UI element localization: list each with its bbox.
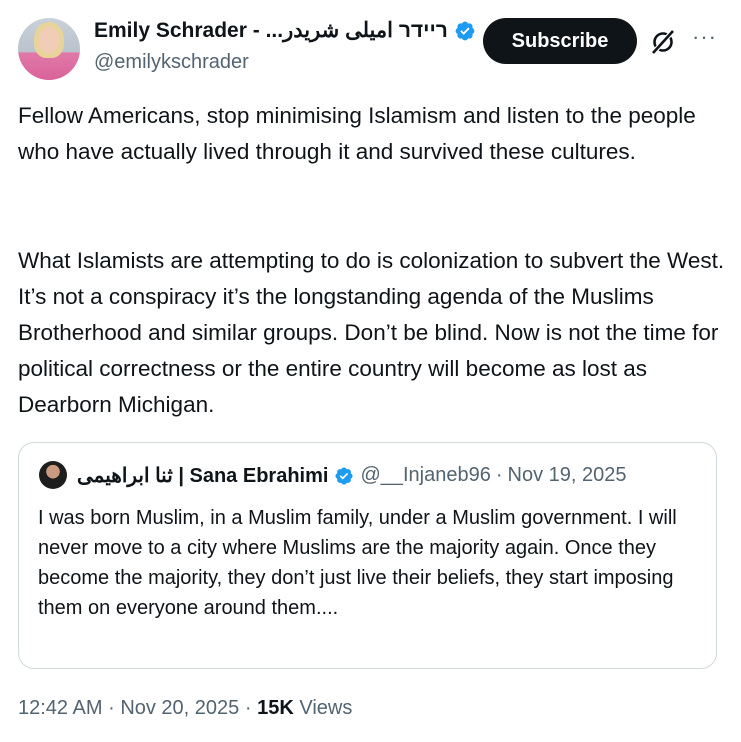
quoted-post-text: I was born Muslim, in a Muslim family, u… bbox=[38, 507, 677, 619]
post-paragraph-2: What Islamists are attempting to do is c… bbox=[18, 248, 725, 417]
author-avatar[interactable] bbox=[18, 18, 80, 80]
quoted-author-avatar bbox=[39, 461, 67, 489]
post-date[interactable]: Nov 20, 2025 bbox=[120, 697, 239, 719]
subscribe-button[interactable]: Subscribe bbox=[483, 18, 637, 64]
quoted-author-handle: @__Injaneb96 bbox=[360, 464, 491, 486]
post-time[interactable]: 12:42 AM bbox=[18, 697, 103, 719]
post-paragraph-1: Fellow Americans, stop minimising Islami… bbox=[18, 103, 696, 164]
avatar-face bbox=[39, 27, 59, 53]
grok-icon[interactable] bbox=[650, 29, 676, 55]
quoted-separator: · bbox=[495, 464, 503, 486]
author-display-name[interactable]: Emily Schrader - ...ריידר امیلی شریدر bbox=[94, 18, 448, 43]
quoted-author-name: ثنا ابراهیمی | Sana Ebrahimi bbox=[77, 465, 329, 487]
more-options-button[interactable]: ··· bbox=[692, 24, 717, 50]
views-label: Views bbox=[299, 697, 353, 719]
quoted-post-header: ثنا ابراهیمی | Sana Ebrahimi @__Injaneb9… bbox=[77, 463, 627, 488]
meta-separator: · bbox=[244, 697, 252, 719]
meta-separator: · bbox=[108, 697, 115, 719]
verified-badge-icon bbox=[455, 21, 475, 40]
quoted-post[interactable]: ثنا ابراهیمی | Sana Ebrahimi @__Injaneb9… bbox=[18, 442, 717, 669]
quoted-post-date: Nov 19, 2025 bbox=[507, 464, 627, 486]
author-handle[interactable]: @emilykschrader bbox=[94, 51, 249, 74]
views-count: 15K bbox=[257, 697, 294, 719]
post-metadata: 12:42 AM · Nov 20, 2025 · 15K Views bbox=[18, 697, 352, 720]
author-name-row: Emily Schrader - ...ריידר امیلی شریدر bbox=[94, 18, 476, 43]
verified-badge-icon bbox=[335, 466, 353, 485]
